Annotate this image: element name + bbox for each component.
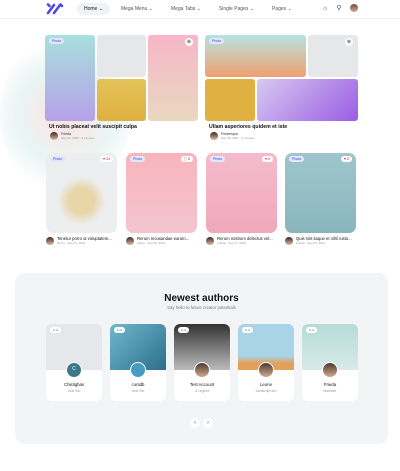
nav-mega-tabs[interactable]: Mega Tabs ⌄: [164, 3, 208, 15]
author-card[interactable]: 0 ➜ C Chistighas User Bio: [46, 324, 102, 401]
post-title[interactable]: Ut nobis placeat velit suscipit culpa: [49, 124, 137, 130]
like-button[interactable]: ♥ 6: [261, 156, 273, 162]
author-bio: A Legend: [195, 389, 209, 393]
post-date: Sep 17, 2021: [228, 241, 247, 245]
post-meta: Tenetur porro ut voluptatem... Bryon · Se…: [46, 236, 112, 245]
author-bio: User Bio: [67, 389, 81, 393]
like-button[interactable]: ♥ 34: [100, 156, 113, 162]
author-avatar[interactable]: [50, 132, 58, 140]
nav-label: Home: [84, 6, 98, 12]
post-title[interactable]: Ullam asperiores quidem et iste: [209, 124, 287, 130]
author-name: Leone: [260, 382, 272, 387]
badge: 0 ➜: [178, 327, 190, 333]
bookmark-icon[interactable]: ⊕: [185, 38, 193, 46]
author-avatar[interactable]: [285, 236, 293, 245]
post-date: Sep 04, 2021 · 3 minutes: [61, 136, 95, 140]
section-title: Newest authors: [164, 293, 239, 304]
category-tag[interactable]: Photo: [289, 156, 305, 162]
top-nav: Home ⌄ Mega Menu ⌄ Mega Tabs ⌄ Single Pa…: [0, 0, 400, 19]
nav-mega-menu[interactable]: Mega Menu ⌄: [114, 3, 160, 15]
nav-label: Pages: [271, 6, 287, 12]
author-avatar: [322, 362, 338, 378]
post-meta: Frieda Sep 04, 2021 · 3 minutes: [50, 132, 95, 140]
post-card-image[interactable]: Photo ▢ 8: [126, 153, 197, 233]
post-date: Sep 09, 2021: [147, 241, 166, 245]
like-button[interactable]: ♥ 6: [340, 156, 352, 162]
author-name[interactable]: Bryon: [57, 241, 65, 245]
author-card[interactable]: 0 ➜ Frieda Marketer: [302, 324, 358, 401]
category-tag[interactable]: Photo: [210, 156, 226, 162]
author-name: Frieda: [323, 382, 337, 387]
next-page-button[interactable]: ›: [203, 418, 213, 428]
post-card-image[interactable]: Photo ♥ 6: [206, 153, 277, 233]
author-avatar: [130, 362, 146, 378]
badge: 0 ➜: [242, 327, 254, 333]
author-avatar[interactable]: [206, 236, 214, 245]
bookmark-icon[interactable]: ⊕: [345, 38, 353, 46]
author-avatar: C: [66, 362, 82, 378]
newest-authors-section: Newest authors Say hello to future creat…: [15, 273, 388, 444]
nav-home[interactable]: Home ⌄: [77, 3, 110, 15]
comment-button[interactable]: ▢ 8: [180, 156, 193, 162]
post-meta: Rerum nostrum delectus vel... Frieda · Se…: [206, 236, 273, 245]
category-tag[interactable]: Photo: [50, 156, 66, 162]
search-icon[interactable]: ⚲: [336, 4, 341, 12]
post-card-image[interactable]: Photo ♥ 34: [46, 153, 117, 233]
logo[interactable]: [46, 3, 64, 15]
like-count: 6: [347, 157, 349, 161]
post-date: Sep 01, 2021: [67, 241, 86, 245]
post-meta: Frederique Sep 08, 2021 · 3 minutes: [210, 132, 255, 140]
author-name[interactable]: Aidan: [137, 241, 145, 245]
author-avatar: [258, 362, 274, 378]
category-tag[interactable]: Photo: [130, 156, 146, 162]
post-meta: Rerum recusandae earum... Aidan · Sep 09,…: [126, 236, 189, 245]
featured-post-image[interactable]: [45, 35, 198, 121]
author-card[interactable]: 0 ➜ Leone Javascript dev: [238, 324, 294, 401]
post-meta: Quis sint itaque et nihil iusto... Frieda…: [285, 236, 352, 245]
post-card-image[interactable]: Photo ♥ 6: [285, 153, 356, 233]
nav-label: Mega Menu: [120, 6, 148, 12]
badge: 0 ➜: [114, 327, 126, 333]
badge: 0 ➜: [50, 327, 62, 333]
author-avatar[interactable]: [210, 132, 218, 140]
author-card[interactable]: 0 ➜ Test Account A Legend: [174, 324, 230, 401]
nav-single-pages[interactable]: Single Pages ⌄: [212, 3, 261, 15]
author-bio: Javascript dev: [255, 389, 277, 393]
author-name: contdb: [131, 382, 145, 387]
author-name[interactable]: Frieda: [217, 241, 226, 245]
category-tag[interactable]: Photo: [209, 38, 225, 44]
author-avatar: [194, 362, 210, 378]
section-subtitle: Say hello to future creator potentials: [167, 305, 236, 310]
nav-pages[interactable]: Pages ⌄: [265, 3, 299, 15]
author-name: Test Account: [189, 382, 215, 387]
author-avatar[interactable]: [46, 236, 54, 245]
featured-post-image[interactable]: [205, 35, 358, 121]
avatar[interactable]: [349, 4, 358, 12]
comment-count: 8: [188, 157, 190, 161]
nav-label: Single Pages: [218, 6, 249, 12]
author-avatar[interactable]: [126, 236, 134, 245]
like-count: 6: [268, 157, 270, 161]
author-bio: User Bio: [131, 389, 145, 393]
prev-page-button[interactable]: ‹: [190, 418, 200, 428]
badge: 0 ➜: [306, 327, 318, 333]
post-date: Sep 23, 2021: [307, 241, 326, 245]
author-name[interactable]: Frieda: [296, 241, 305, 245]
author-card[interactable]: 0 ➜ contdb User Bio: [110, 324, 166, 401]
post-date: Sep 08, 2021 · 3 minutes: [221, 136, 255, 140]
sun-icon[interactable]: ☼: [322, 5, 328, 12]
like-count: 34: [106, 157, 110, 161]
author-bio: Marketer: [323, 389, 337, 393]
author-name: Chistighas: [63, 382, 85, 387]
nav-label: Mega Tabs: [170, 6, 196, 12]
category-tag[interactable]: Photo: [49, 38, 65, 44]
